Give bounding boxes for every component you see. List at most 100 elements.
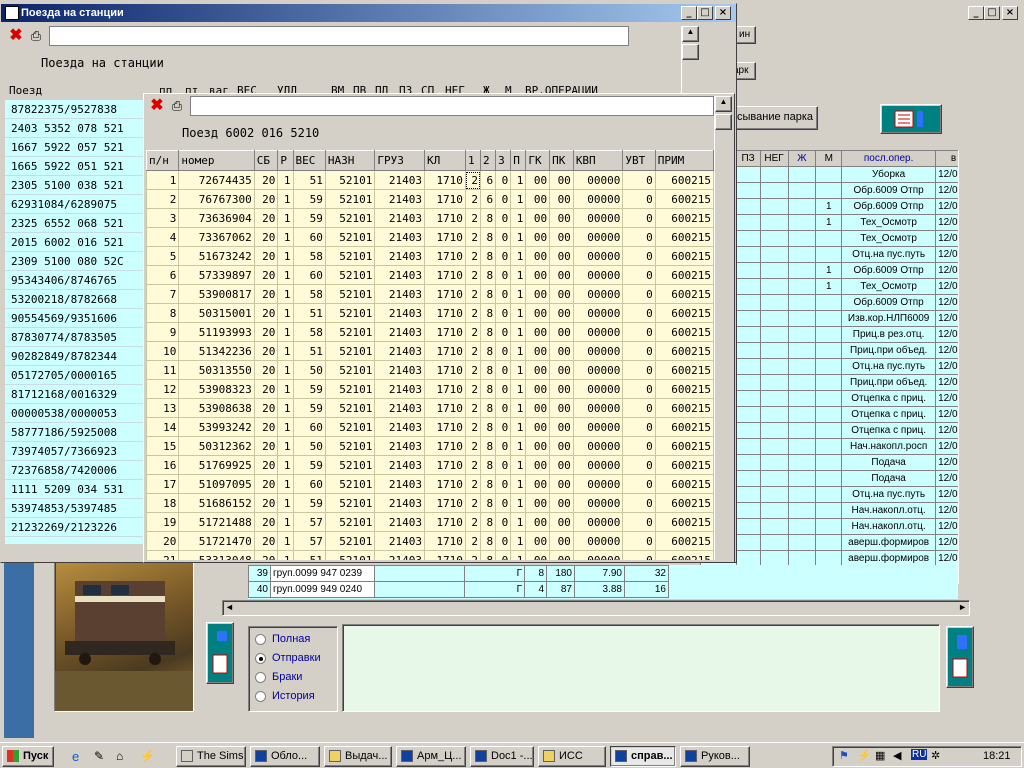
close-red-icon[interactable]: ✖ [148, 97, 166, 115]
wagon-row[interactable]: 11 50313550 20 1 50 52101 21403 1710 2 8 0 1 00 00 000… [146, 360, 714, 380]
scroll-right-arrow[interactable]: ► [958, 602, 967, 612]
language-indicator[interactable]: RU [911, 749, 928, 760]
radio-circle[interactable] [255, 652, 266, 664]
maximize-button[interactable]: □ [984, 6, 1000, 20]
ie-icon[interactable]: e [72, 749, 79, 764]
train-list-item[interactable]: 53200218/8782668 [5, 290, 145, 309]
train-list-item[interactable]: 90554569/9351606 [5, 309, 145, 328]
column-header[interactable]: ПРИМ [654, 150, 714, 171]
minimize-button[interactable]: _ [968, 6, 984, 20]
train-list-item[interactable]: 1667 5922 057 521 [5, 138, 145, 157]
operation-row[interactable]: Тех_Осмотр 12/0 [700, 230, 972, 247]
tray-icon[interactable]: ▦ [875, 749, 885, 762]
column-header[interactable]: ВЕС [292, 150, 326, 171]
column-header[interactable]: 1 [464, 150, 482, 171]
operation-row[interactable]: Нач.накопл.отц. 12/0 [700, 518, 972, 535]
scroll-left-arrow[interactable]: ◄ [225, 602, 234, 612]
radio-circle[interactable] [255, 671, 266, 683]
train-list-item[interactable]: 1111 5209 034 531 [5, 480, 145, 499]
print-icon[interactable]: ⎙ [168, 97, 186, 115]
operation-row[interactable]: Отц.на пус.путь 12/0 [700, 246, 972, 263]
toolbar-field[interactable] [190, 96, 714, 116]
train-list-item[interactable]: 21232269/2123226 [5, 518, 145, 537]
column-header[interactable]: ПЗ [735, 150, 761, 167]
grid-bottom-rows[interactable]: 39 груп.0099 947 0239 Г 8 180 7.90 32 40 груп.00… [248, 565, 958, 599]
operation-row[interactable]: 1 Тех_Осмотр 12/0 [700, 278, 972, 295]
operation-row[interactable]: Подача 12/0 [700, 454, 972, 471]
train-list-item[interactable]: 2325 6552 068 521 [5, 214, 145, 233]
taskbar-button[interactable]: Выдач... [324, 746, 392, 767]
train-list-item[interactable]: 72376858/7420006 [5, 461, 145, 480]
operation-row[interactable]: аверш.формиров12/0 [700, 534, 972, 551]
column-header[interactable]: номер [178, 150, 255, 171]
lightning-icon[interactable]: ⚡ [140, 749, 155, 763]
taskbar-button[interactable]: справ... [610, 746, 676, 767]
train-list-item[interactable]: 81712168/0016329 [5, 385, 145, 404]
operation-row[interactable]: Уборка 12/0 [700, 166, 972, 183]
close-button[interactable]: × [715, 6, 731, 20]
train-list-item[interactable]: 2309 5100 080 52C [5, 252, 145, 271]
column-header[interactable]: посл.опер. [841, 150, 937, 167]
view-mode-radio[interactable]: Браки [255, 671, 337, 690]
trains-window-titlebar[interactable]: Поезда на станции [1, 4, 736, 22]
train-list-item[interactable]: 00000538/0000053 [5, 404, 145, 423]
tray-icon[interactable]: ⚑ [839, 749, 849, 762]
wagon-row[interactable]: 8 50315001 20 1 51 52101 21403 1710 2 8 0 1 00 00 0000… [146, 303, 714, 323]
trains-list[interactable]: 87822375/9527838 2403 5352 078 521 1667 59… [5, 100, 145, 544]
column-header[interactable]: п/н [146, 150, 180, 171]
column-header[interactable]: КЛ [423, 150, 466, 171]
operation-row[interactable]: Обр.6009 Отпр 12/0 [700, 294, 972, 311]
wagon-row[interactable]: 6 57339897 20 1 60 52101 21403 1710 2 8 0 1 00 00 0000… [146, 265, 714, 285]
wagon-row[interactable]: 21 53313048 20 1 51 52101 21403 1710 2 8 0 1 00 00 000… [146, 550, 714, 560]
view-mode-radio[interactable]: Полная [255, 633, 337, 652]
report-left-button[interactable] [206, 622, 234, 684]
wagon-row[interactable]: 17 51097095 20 1 60 52101 21403 1710 2 8 0 1 00 00 000… [146, 474, 714, 494]
compose-icon[interactable]: ✎ [94, 749, 104, 763]
wagon-row[interactable]: 9 51193993 20 1 58 52101 21403 1710 2 8 0 1 00 00 0000… [146, 322, 714, 342]
operation-row[interactable]: Приц.в рез.отц. 12/0 [700, 326, 972, 343]
operation-row[interactable]: Подача 12/0 [700, 470, 972, 487]
view-mode-radio[interactable]: Отправки [255, 652, 337, 671]
park-button[interactable]: сывание парка [734, 106, 818, 130]
wagon-row[interactable]: 12 53908323 20 1 59 52101 21403 1710 2 8 0 1 00 00 000… [146, 379, 714, 399]
scroll-up-arrow[interactable]: ▲ [682, 26, 699, 42]
column-header[interactable]: Р [277, 150, 294, 171]
train-list-item[interactable]: 95343406/8746765 [5, 271, 145, 290]
scroll-up-arrow[interactable]: ▲ [715, 96, 732, 112]
column-header[interactable]: УВТ [622, 150, 656, 171]
operation-row[interactable]: Приц.при объед. 12/0 [700, 342, 972, 359]
wagon-row[interactable]: 20 51721470 20 1 57 52101 21403 1710 2 8 0 1 00 00 000… [146, 531, 714, 551]
wagon-row[interactable]: 19 51721488 20 1 57 52101 21403 1710 2 8 0 1 00 00 000… [146, 512, 714, 532]
report-right-button[interactable] [946, 626, 974, 688]
train-list-item[interactable]: 87830774/8783505 [5, 328, 145, 347]
train-list-item[interactable]: 90282849/8782344 [5, 347, 145, 366]
train-list-item[interactable]: 58777186/5925008 [5, 423, 145, 442]
operation-row[interactable]: Обр.6009 Отпр 12/0 [700, 182, 972, 199]
taskbar-button[interactable]: Обло... [250, 746, 320, 767]
wagon-row[interactable]: 3 73636904 20 1 59 52101 21403 1710 2 8 0 1 00 00 0000… [146, 208, 714, 228]
operation-row[interactable]: Изв.кор.НЛП6009 12/0 [700, 310, 972, 327]
close-red-icon[interactable]: ✖ [7, 27, 25, 45]
wagon-row[interactable]: 10 51342236 20 1 51 52101 21403 1710 2 8 0 1 00 00 000… [146, 341, 714, 361]
operation-row[interactable]: Отцепка с приц. 12/0 [700, 390, 972, 407]
operation-row[interactable]: 1 Тех_Осмотр 12/0 [700, 214, 972, 231]
wagon-row[interactable]: 4 73367062 20 1 60 52101 21403 1710 2 8 0 1 00 00 0000… [146, 227, 714, 247]
radio-circle[interactable] [255, 690, 266, 702]
taskbar-button[interactable]: Руков... [680, 746, 750, 767]
wagon-row[interactable]: 16 51769925 20 1 59 52101 21403 1710 2 8 0 1 00 00 000… [146, 455, 714, 475]
minimize-button[interactable]: _ [681, 6, 697, 20]
column-header[interactable]: ПК [549, 150, 574, 171]
grid-vscroll[interactable] [958, 150, 974, 584]
operation-row[interactable]: Отцепка с приц. 12/0 [700, 406, 972, 423]
operation-row[interactable]: 1 Обр.6009 Отпр 12/0 [700, 198, 972, 215]
column-header[interactable]: НАЗН [324, 150, 376, 171]
scroll-thumb[interactable] [715, 114, 732, 130]
print-icon[interactable]: ⎙ [27, 27, 45, 45]
train-list-item[interactable]: 2403 5352 078 521 [5, 119, 145, 138]
operation-row[interactable]: Нач.накопл.росп 12/0 [700, 438, 972, 455]
taskbar-button[interactable]: The Sims ... [176, 746, 246, 767]
column-header[interactable]: 2 [480, 150, 497, 171]
maximize-button[interactable]: □ [697, 6, 713, 20]
column-header[interactable]: СБ [253, 150, 279, 171]
wagon-grid[interactable]: п/н номер СБ Р ВЕС НАЗН ГРУЗ КЛ 1 2 3 П ГК ПК КВП УВТ ПР… [146, 150, 714, 560]
